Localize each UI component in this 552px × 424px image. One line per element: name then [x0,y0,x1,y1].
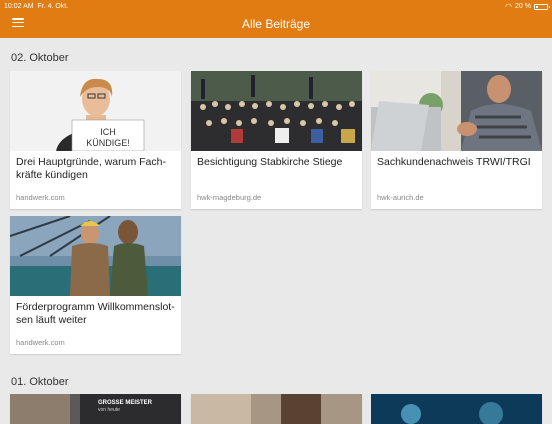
article-image [371,71,542,151]
article-card[interactable]: Besichtigung Stabkirche Stiege hwk-magde… [191,71,362,209]
article-source: handwerk.com [16,193,65,202]
svg-text:GROSSE MEISTER: GROSSE MEISTER [98,400,153,406]
article-card[interactable]: Förderprogramm Willkommenslot-sen läuft … [10,216,181,354]
article-source: hwk-magdeburg.de [197,193,262,202]
section-date-label: 01. Oktober [11,376,69,388]
battery-percent: 20 % [515,3,531,10]
status-date: Fr. 4. Okt. [37,3,69,10]
status-time-date: 10:02 AM Fr. 4. Okt. [4,2,68,12]
wifi-icon: ◠ [505,2,513,11]
article-card[interactable]: Sachkundenachweis TRWI/TRGI hwk-aurich.d… [371,71,542,209]
article-image [371,394,542,424]
article-card[interactable] [191,394,362,424]
article-headline: Drei Hauptgründe, warum Fach-kräfte künd… [16,156,166,181]
status-bar: 10:02 AM Fr. 4. Okt. ◠ 20 % [4,2,550,12]
page-title: Alle Beiträge [241,17,311,31]
article-image [191,71,362,151]
article-source: handwerk.com [16,338,65,347]
status-time: 10:02 AM [4,3,34,10]
article-headline: Förderprogramm Willkommenslot-sen läuft … [16,301,175,326]
svg-text:KÜNDIGE!: KÜNDIGE! [86,138,130,148]
article-card[interactable] [371,394,542,424]
article-source: hwk-aurich.de [377,193,424,202]
battery-icon [534,4,550,10]
article-image: ICH KÜNDIGE! [10,71,181,151]
article-image [191,394,362,424]
status-indicators: ◠ 20 % [505,2,550,12]
article-headline: Besichtigung Stabkirche Stiege [197,156,343,168]
svg-text:von heute: von heute [98,407,120,413]
svg-text:ICH: ICH [100,127,116,137]
article-card[interactable]: ICH KÜNDIGE! Drei Hauptgründe, warum Fac… [10,71,181,209]
article-image: GROSSE MEISTER von heute [10,394,181,424]
article-headline: Sachkundenachweis TRWI/TRGI [377,156,531,168]
article-card[interactable]: GROSSE MEISTER von heute [10,394,181,424]
section-date-label: 02. Oktober [11,52,69,64]
article-image [10,216,181,296]
app-bar: 10:02 AM Fr. 4. Okt. ◠ 20 % Alle Beiträg… [0,0,552,38]
